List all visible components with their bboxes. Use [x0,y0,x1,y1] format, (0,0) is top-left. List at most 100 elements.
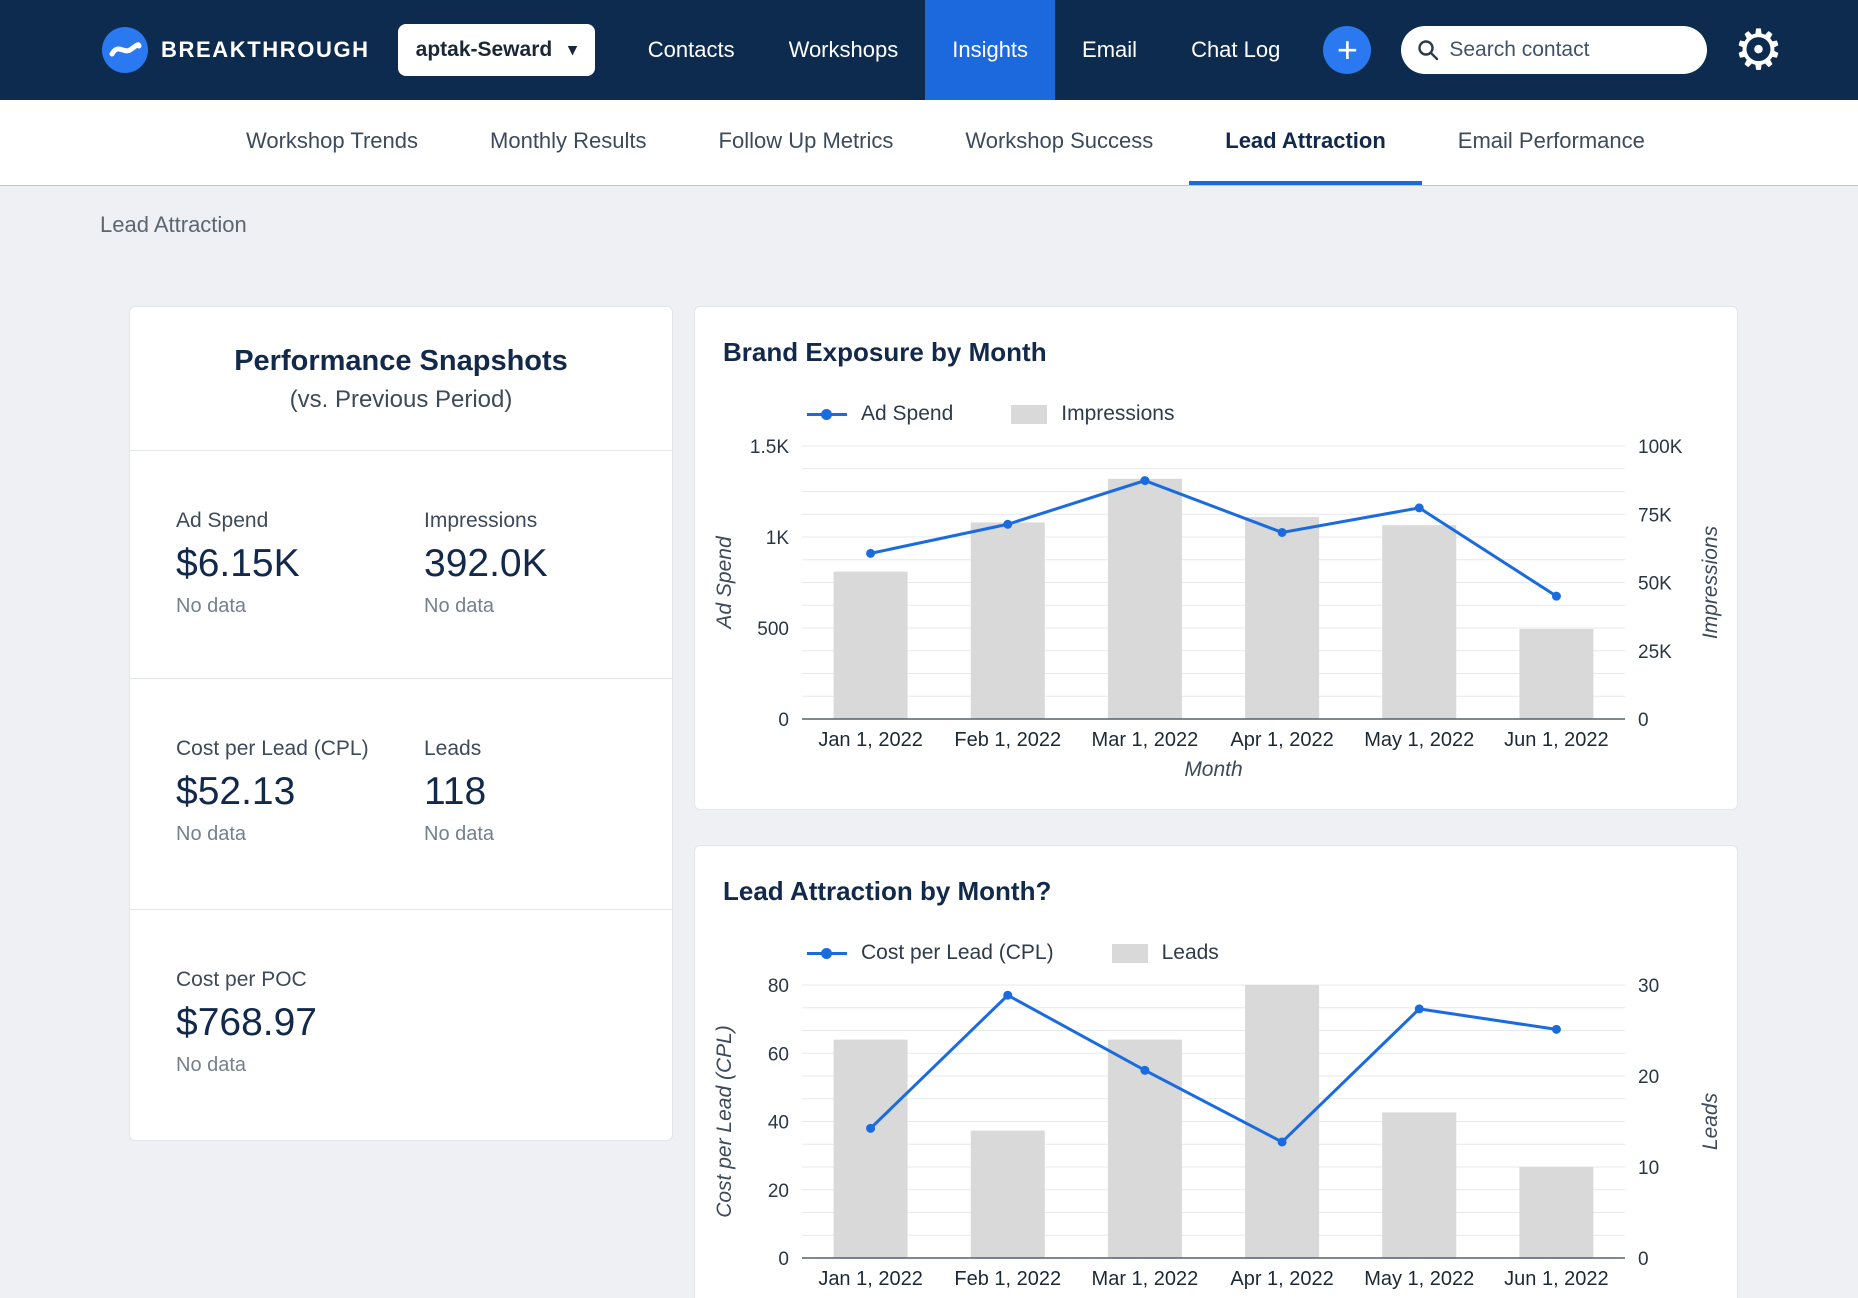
x-tick-label: Jun 1, 2022 [1504,1268,1609,1290]
bar [1245,985,1319,1258]
x-tick-label: Apr 1, 2022 [1230,1268,1333,1290]
metric-note: No data [424,823,672,846]
line-point [1415,1004,1424,1013]
legend-label: Cost per Lead (CPL) [861,941,1054,965]
search-icon [1417,39,1439,61]
right-tick-label: 75K [1638,505,1672,526]
bar-swatch-icon [1011,405,1047,424]
metric-note: No data [424,595,672,618]
metric-impressions: Impressions 392.0K No data [424,509,672,678]
metric-value: $6.15K [176,542,424,586]
snapshots-title: Performance Snapshots [130,345,672,378]
search-input[interactable] [1449,38,1691,62]
metric-label: Ad Spend [176,509,424,533]
search-box[interactable] [1401,26,1707,74]
account-selector[interactable]: aptak-Seward ▾ [398,24,595,76]
left-axis-label: Ad Spend [713,535,736,631]
right-tick-label: 30 [1638,976,1659,997]
tab-monthly-results[interactable]: Monthly Results [454,100,683,185]
chart-legend: Cost per Lead (CPL) Leads [807,941,1737,965]
chart-title: Brand Exposure by Month [723,337,1737,368]
legend-item-leads: Leads [1112,941,1219,965]
x-tick-label: May 1, 2022 [1364,729,1474,751]
snapshot-row-3: Cost per POC $768.97 No data [130,910,672,1140]
breadcrumb: Lead Attraction [100,212,1858,238]
x-tick-label: Jan 1, 2022 [818,1268,923,1290]
metric-ad-spend: Ad Spend $6.15K No data [176,509,424,678]
line-swatch-icon [807,413,847,416]
metric-value: $52.13 [176,770,424,814]
line-point [1278,528,1287,537]
brand-name: BREAKTHROUGH [161,37,370,63]
brand-logo-icon [102,27,148,73]
tab-lead-attraction[interactable]: Lead Attraction [1189,100,1422,185]
x-tick-label: May 1, 2022 [1364,1268,1474,1290]
metric-note: No data [176,595,424,618]
line-point [866,549,875,558]
left-tick-label: 60 [768,1044,789,1065]
right-tick-label: 100K [1638,437,1683,458]
nav-item-workshops[interactable]: Workshops [762,0,926,100]
x-tick-label: Mar 1, 2022 [1092,729,1199,751]
legend-label: Leads [1162,941,1219,965]
line-swatch-icon [807,952,847,955]
x-tick-label: Jun 1, 2022 [1504,729,1609,751]
tab-follow-up-metrics[interactable]: Follow Up Metrics [683,100,930,185]
bar [834,1040,908,1258]
line-point [866,1124,875,1133]
settings-gear-icon[interactable]: ⚙ [1733,22,1783,78]
line-point [1003,991,1012,1000]
chart-title: Lead Attraction by Month? [723,876,1737,907]
left-tick-label: 0 [778,1249,789,1270]
primary-nav: Contacts Workshops Insights Email Chat L… [621,0,1308,100]
left-tick-label: 40 [768,1113,789,1134]
x-tick-label: Apr 1, 2022 [1230,729,1333,751]
bar [834,572,908,719]
brand-exposure-card: Brand Exposure by Month Ad Spend Impress… [694,306,1738,810]
snapshot-row-1: Ad Spend $6.15K No data Impressions 392.… [130,451,672,679]
snapshots-subtitle: (vs. Previous Period) [130,386,672,414]
x-tick-label: Jan 1, 2022 [818,729,923,751]
metric-leads: Leads 118 No data [424,737,672,909]
left-tick-label: 0 [778,710,789,731]
add-button[interactable]: + [1323,26,1371,74]
brand-logo[interactable]: BREAKTHROUGH [102,27,370,73]
left-tick-label: 1.5K [750,437,789,458]
metric-value: 392.0K [424,542,672,586]
left-tick-label: 1K [766,528,790,549]
left-tick-label: 80 [768,976,789,997]
line-point [1140,1066,1149,1075]
tab-workshop-success[interactable]: Workshop Success [929,100,1189,185]
line-point [1552,592,1561,601]
right-axis-label: Leads [1699,1092,1722,1150]
tab-email-performance[interactable]: Email Performance [1422,100,1681,185]
bar [1245,517,1319,719]
metric-note: No data [176,823,424,846]
plus-icon: + [1337,32,1358,68]
line-point [1552,1025,1561,1034]
nav-item-email[interactable]: Email [1055,0,1164,100]
line-point [1140,476,1149,485]
bar [1519,1167,1593,1258]
nav-item-contacts[interactable]: Contacts [621,0,762,100]
tab-workshop-trends[interactable]: Workshop Trends [210,100,454,185]
right-axis-label: Impressions [1699,525,1722,639]
snapshot-row-2: Cost per Lead (CPL) $52.13 No data Leads… [130,679,672,910]
nav-item-insights[interactable]: Insights [925,0,1055,100]
metric-value: 118 [424,770,672,814]
legend-label: Ad Spend [861,402,953,426]
left-axis-label: Cost per Lead (CPL) [713,1025,736,1218]
line-point [1003,520,1012,529]
lead-attraction-chart: 0204060800102030Jan 1, 2022Feb 1, 2022Ma… [695,975,1738,1298]
legend-item-cpl: Cost per Lead (CPL) [807,941,1054,965]
right-tick-label: 25K [1638,642,1672,663]
x-axis-label: Month [1184,758,1242,781]
x-tick-label: Mar 1, 2022 [1092,1268,1199,1290]
metric-label: Cost per POC [176,968,457,992]
nav-item-chat-log[interactable]: Chat Log [1164,0,1307,100]
bar [1108,479,1182,719]
bar [1519,629,1593,719]
legend-item-impressions: Impressions [1011,402,1174,426]
line-point [1278,1137,1287,1146]
metric-cost-per-poc: Cost per POC $768.97 No data [176,968,457,1140]
